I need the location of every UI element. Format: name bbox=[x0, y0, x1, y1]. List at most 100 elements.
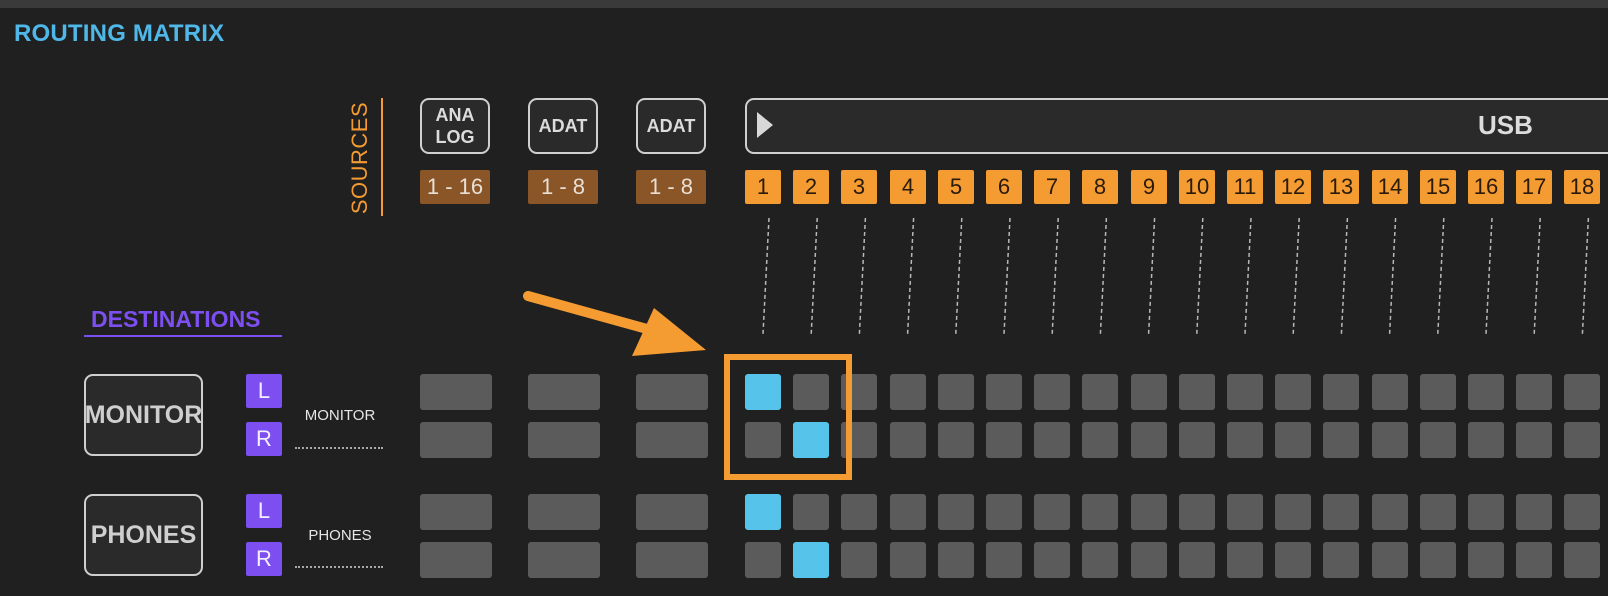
matrix-cell-phones-r-usb9[interactable] bbox=[1131, 542, 1167, 578]
matrix-cell-monitor-l-usb18[interactable] bbox=[1564, 374, 1600, 410]
matrix-cell-phones-r-usb7[interactable] bbox=[1034, 542, 1070, 578]
phones-left-channel-tag[interactable]: L bbox=[246, 494, 282, 528]
monitor-right-channel-tag[interactable]: R bbox=[246, 422, 282, 456]
channel-guide-line bbox=[1196, 217, 1204, 335]
matrix-cell-monitor-l-usb5[interactable] bbox=[938, 374, 974, 410]
matrix-cell-monitor-r-src2[interactable] bbox=[636, 422, 708, 458]
matrix-cell-monitor-r-usb2[interactable] bbox=[793, 422, 829, 458]
matrix-cell-monitor-r-usb10[interactable] bbox=[1179, 422, 1215, 458]
matrix-cell-monitor-l-usb13[interactable] bbox=[1323, 374, 1359, 410]
matrix-cell-monitor-r-usb4[interactable] bbox=[890, 422, 926, 458]
matrix-cell-monitor-l-src1[interactable] bbox=[528, 374, 600, 410]
phones-right-channel-tag[interactable]: R bbox=[246, 542, 282, 576]
matrix-cell-monitor-l-usb7[interactable] bbox=[1034, 374, 1070, 410]
matrix-cell-phones-l-usb13[interactable] bbox=[1323, 494, 1359, 530]
matrix-cell-phones-l-usb9[interactable] bbox=[1131, 494, 1167, 530]
matrix-cell-phones-l-usb16[interactable] bbox=[1468, 494, 1504, 530]
matrix-cell-monitor-r-usb16[interactable] bbox=[1468, 422, 1504, 458]
matrix-cell-phones-r-usb6[interactable] bbox=[986, 542, 1022, 578]
matrix-cell-monitor-l-usb9[interactable] bbox=[1131, 374, 1167, 410]
matrix-cell-phones-r-usb14[interactable] bbox=[1372, 542, 1408, 578]
matrix-cell-phones-r-usb12[interactable] bbox=[1275, 542, 1311, 578]
matrix-cell-phones-l-src2[interactable] bbox=[636, 494, 708, 530]
matrix-cell-phones-r-usb10[interactable] bbox=[1179, 542, 1215, 578]
matrix-cell-phones-r-usb13[interactable] bbox=[1323, 542, 1359, 578]
matrix-cell-phones-l-usb8[interactable] bbox=[1082, 494, 1118, 530]
matrix-cell-monitor-r-usb11[interactable] bbox=[1227, 422, 1263, 458]
matrix-cell-phones-r-usb3[interactable] bbox=[841, 542, 877, 578]
channel-guide-line bbox=[1340, 217, 1349, 335]
matrix-cell-phones-l-usb14[interactable] bbox=[1372, 494, 1408, 530]
matrix-cell-monitor-l-usb4[interactable] bbox=[890, 374, 926, 410]
matrix-cell-monitor-l-src0[interactable] bbox=[420, 374, 492, 410]
matrix-cell-phones-r-usb15[interactable] bbox=[1420, 542, 1456, 578]
matrix-cell-phones-r-usb8[interactable] bbox=[1082, 542, 1118, 578]
matrix-cell-phones-r-usb1[interactable] bbox=[745, 542, 781, 578]
matrix-cell-monitor-l-usb17[interactable] bbox=[1516, 374, 1552, 410]
matrix-cell-phones-l-usb4[interactable] bbox=[890, 494, 926, 530]
matrix-cell-phones-r-src1[interactable] bbox=[528, 542, 600, 578]
matrix-cell-monitor-l-src2[interactable] bbox=[636, 374, 708, 410]
destination-phones-button[interactable]: PHONES bbox=[84, 494, 203, 576]
matrix-cell-monitor-r-usb13[interactable] bbox=[1323, 422, 1359, 458]
matrix-cell-monitor-r-usb14[interactable] bbox=[1372, 422, 1408, 458]
matrix-cell-phones-l-usb6[interactable] bbox=[986, 494, 1022, 530]
matrix-cell-monitor-r-usb18[interactable] bbox=[1564, 422, 1600, 458]
matrix-cell-phones-r-usb11[interactable] bbox=[1227, 542, 1263, 578]
matrix-cell-monitor-r-usb9[interactable] bbox=[1131, 422, 1167, 458]
matrix-cell-phones-l-usb7[interactable] bbox=[1034, 494, 1070, 530]
channel-guide-line bbox=[1388, 217, 1397, 335]
matrix-cell-monitor-l-usb6[interactable] bbox=[986, 374, 1022, 410]
matrix-cell-phones-l-usb5[interactable] bbox=[938, 494, 974, 530]
matrix-cell-phones-l-usb12[interactable] bbox=[1275, 494, 1311, 530]
matrix-cell-monitor-l-usb10[interactable] bbox=[1179, 374, 1215, 410]
matrix-cell-monitor-l-usb1[interactable] bbox=[745, 374, 781, 410]
matrix-cell-monitor-l-usb14[interactable] bbox=[1372, 374, 1408, 410]
matrix-cell-monitor-r-usb3[interactable] bbox=[841, 422, 877, 458]
matrix-cell-monitor-r-usb15[interactable] bbox=[1420, 422, 1456, 458]
matrix-cell-phones-r-usb16[interactable] bbox=[1468, 542, 1504, 578]
matrix-cell-phones-l-usb3[interactable] bbox=[841, 494, 877, 530]
matrix-cell-phones-r-usb4[interactable] bbox=[890, 542, 926, 578]
channel-guide-line bbox=[1099, 217, 1108, 335]
matrix-cell-monitor-l-usb15[interactable] bbox=[1420, 374, 1456, 410]
matrix-cell-monitor-l-usb2[interactable] bbox=[793, 374, 829, 410]
channel-guide-line bbox=[810, 217, 818, 335]
matrix-cell-phones-l-src0[interactable] bbox=[420, 494, 492, 530]
matrix-cell-phones-l-usb15[interactable] bbox=[1420, 494, 1456, 530]
matrix-cell-monitor-r-usb12[interactable] bbox=[1275, 422, 1311, 458]
matrix-cell-phones-l-usb2[interactable] bbox=[793, 494, 829, 530]
matrix-cell-monitor-r-src1[interactable] bbox=[528, 422, 600, 458]
matrix-cell-phones-r-usb17[interactable] bbox=[1516, 542, 1552, 578]
matrix-cell-phones-r-src0[interactable] bbox=[420, 542, 492, 578]
matrix-cell-monitor-l-usb11[interactable] bbox=[1227, 374, 1263, 410]
matrix-cell-monitor-l-usb16[interactable] bbox=[1468, 374, 1504, 410]
destinations-label: DESTINATIONS bbox=[91, 306, 261, 332]
matrix-cell-phones-l-usb11[interactable] bbox=[1227, 494, 1263, 530]
matrix-cell-phones-r-usb2[interactable] bbox=[793, 542, 829, 578]
matrix-cell-phones-r-src2[interactable] bbox=[636, 542, 708, 578]
matrix-cell-phones-l-src1[interactable] bbox=[528, 494, 600, 530]
matrix-cell-monitor-l-usb12[interactable] bbox=[1275, 374, 1311, 410]
matrix-cell-monitor-r-usb6[interactable] bbox=[986, 422, 1022, 458]
matrix-cell-phones-l-usb1[interactable] bbox=[745, 494, 781, 530]
matrix-cell-phones-r-usb18[interactable] bbox=[1564, 542, 1600, 578]
matrix-cell-monitor-r-usb5[interactable] bbox=[938, 422, 974, 458]
matrix-cell-monitor-r-src0[interactable] bbox=[420, 422, 492, 458]
monitor-left-channel-tag[interactable]: L bbox=[246, 374, 282, 408]
destination-monitor-button[interactable]: MONITOR bbox=[84, 374, 203, 456]
channel-guide-line bbox=[1051, 217, 1059, 335]
matrix-cell-phones-l-usb10[interactable] bbox=[1179, 494, 1215, 530]
channel-guide-line bbox=[1485, 217, 1493, 335]
matrix-cell-phones-r-usb5[interactable] bbox=[938, 542, 974, 578]
matrix-cell-monitor-l-usb8[interactable] bbox=[1082, 374, 1118, 410]
matrix-cell-monitor-r-usb17[interactable] bbox=[1516, 422, 1552, 458]
channel-guide-line bbox=[1292, 217, 1300, 335]
matrix-cell-monitor-r-usb1[interactable] bbox=[745, 422, 781, 458]
matrix-cell-monitor-l-usb3[interactable] bbox=[841, 374, 877, 410]
matrix-cell-monitor-r-usb8[interactable] bbox=[1082, 422, 1118, 458]
matrix-cell-phones-l-usb17[interactable] bbox=[1516, 494, 1552, 530]
matrix-cell-phones-l-usb18[interactable] bbox=[1564, 494, 1600, 530]
destinations-underline bbox=[84, 335, 282, 337]
matrix-cell-monitor-r-usb7[interactable] bbox=[1034, 422, 1070, 458]
